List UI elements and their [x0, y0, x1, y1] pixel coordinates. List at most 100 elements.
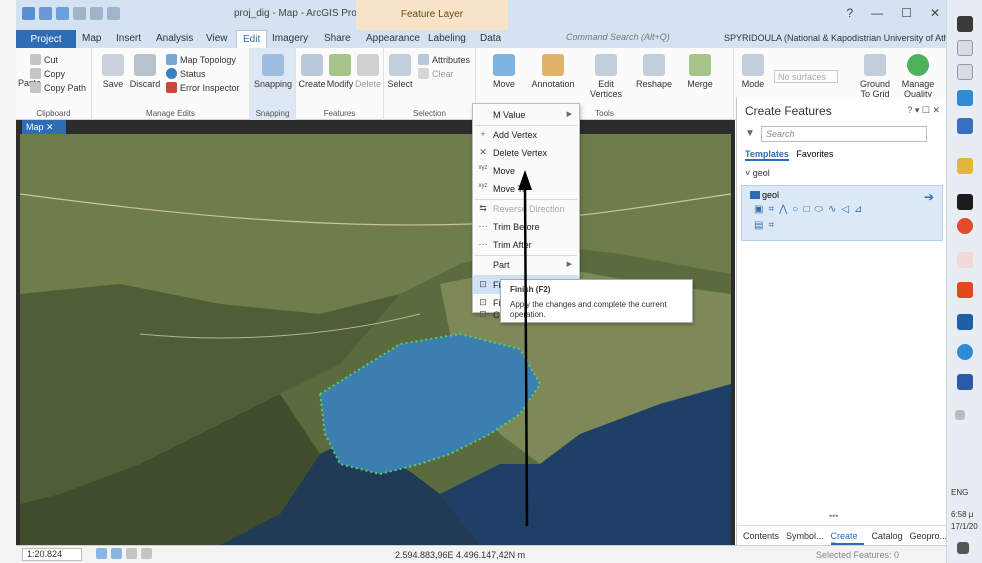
clear-selection-button[interactable]: Clear	[418, 68, 454, 79]
square-tool-icon[interactable]: □	[803, 204, 809, 215]
task-view-icon[interactable]	[957, 64, 973, 80]
search-icon[interactable]	[957, 40, 973, 56]
pane-controls[interactable]: ? ▾ ☐ ✕	[907, 105, 940, 116]
create-button[interactable]: Create	[298, 54, 326, 89]
open-project-icon[interactable]	[39, 7, 52, 20]
tab-labeling[interactable]: Labeling	[428, 33, 466, 44]
chrome-icon[interactable]	[957, 218, 973, 234]
tab-map[interactable]: Map	[82, 33, 101, 44]
menu-item-trim-after[interactable]: ⋯ Trim After	[473, 236, 579, 254]
freehand-tool-icon[interactable]: ∿	[828, 204, 836, 215]
crosshair-icon[interactable]	[141, 548, 152, 559]
select-button[interactable]: Select	[386, 54, 414, 89]
tab-favorites[interactable]: Favorites	[796, 149, 833, 159]
save-edits-button[interactable]: Save	[100, 54, 126, 89]
error-inspector-button[interactable]: Error Inspector	[166, 82, 240, 93]
menu-item-m-value[interactable]: M Value ▶	[473, 106, 579, 124]
signed-in-user[interactable]: SPYRIDOULA (National & Kapodistrian Univ…	[724, 33, 966, 43]
notifications-icon[interactable]	[957, 542, 969, 554]
move-tool-button[interactable]: Move	[484, 54, 524, 89]
tab-view[interactable]: View	[206, 33, 228, 44]
arrow-right-icon[interactable]: ➔	[924, 190, 934, 204]
copy-path-button[interactable]: Copy Path	[30, 82, 86, 93]
map-pane[interactable]: Map ✕	[16, 120, 735, 545]
command-search-input[interactable]: Command Search (Alt+Q)	[566, 32, 696, 46]
office-icon[interactable]	[957, 282, 973, 298]
redo-icon[interactable]	[90, 7, 103, 20]
new-project-icon[interactable]	[22, 7, 35, 20]
z-mode-button[interactable]: Mode	[738, 54, 768, 89]
split-tool-icon[interactable]: ⊿	[854, 204, 862, 215]
template-search-input[interactable]: Search	[761, 126, 927, 142]
tab-geoprocessing[interactable]: Geopro...	[909, 531, 947, 545]
discard-button[interactable]: Discard	[128, 54, 162, 89]
menu-item-move-to[interactable]: xyz Move To	[473, 180, 579, 198]
template-group-header[interactable]: ˅ geol	[745, 168, 770, 178]
ellipse-tool-icon[interactable]: ⬭	[814, 204, 823, 215]
tab-create-features[interactable]: Create F...	[830, 531, 865, 551]
edit-vertices-button[interactable]: Edit Vertices	[584, 54, 628, 99]
terminal-icon[interactable]	[957, 194, 973, 210]
menu-item-delete-vertex[interactable]: ✕ Delete Vertex	[473, 144, 579, 162]
more-options-icon[interactable]: •••	[829, 511, 838, 521]
menu-item-trim-before[interactable]: ⋯ Trim Before	[473, 218, 579, 236]
feature-template[interactable]: geol ➔ ▣ ⌗ ⋀ ○ □ ⬭ ∿ ◁ ⊿ ▤ ⌗	[741, 185, 943, 241]
annotation-tool-button[interactable]: Annotation	[528, 54, 578, 89]
snapping-button[interactable]: Snapping	[254, 54, 292, 89]
satellite-map[interactable]	[20, 134, 731, 545]
mail-icon[interactable]	[957, 118, 973, 134]
grid-toggle-icon[interactable]	[111, 548, 122, 559]
save-project-icon[interactable]	[56, 7, 69, 20]
circle-tool-icon[interactable]: ○	[792, 204, 798, 215]
trace-tool-icon[interactable]: ⋀	[779, 204, 787, 215]
clock-date[interactable]: 17/1/20	[951, 522, 978, 531]
menu-item-move[interactable]: xyz Move	[473, 162, 579, 180]
scale-input[interactable]: 1:20.824	[22, 548, 82, 561]
grid-tool-icon[interactable]: ⌗	[768, 220, 774, 231]
map-topology-dropdown[interactable]: Map Topology	[166, 54, 236, 65]
filter-icon[interactable]: ▼	[745, 128, 755, 139]
reshape-button[interactable]: Reshape	[634, 54, 674, 89]
merge-button[interactable]: Merge	[680, 54, 720, 89]
table-icon[interactable]	[126, 548, 137, 559]
help-button[interactable]: ?	[846, 6, 853, 20]
modify-button[interactable]: Modify	[326, 54, 354, 89]
menu-item-add-vertex[interactable]: + Add Vertex	[473, 126, 579, 144]
clock-time[interactable]: 6:58 μ	[951, 510, 973, 519]
start-icon[interactable]	[957, 16, 973, 32]
menu-item-part[interactable]: Part ▶	[473, 256, 579, 274]
file-explorer-icon[interactable]	[957, 158, 973, 174]
autocomplete-tool-icon[interactable]: ◁	[841, 204, 849, 215]
snapping-toggle-icon[interactable]	[96, 548, 107, 559]
browser-icon[interactable]	[957, 344, 973, 360]
cut-button[interactable]: Cut	[30, 54, 58, 65]
status-button[interactable]: Status	[166, 68, 206, 79]
ground-to-grid-button[interactable]: Ground To Grid	[856, 54, 894, 99]
arcgis-icon[interactable]	[957, 314, 973, 330]
refresh-icon[interactable]	[107, 7, 120, 20]
tab-imagery[interactable]: Imagery	[272, 33, 308, 44]
tab-contents[interactable]: Contents	[743, 531, 779, 545]
delete-button[interactable]: Delete	[354, 54, 382, 89]
tray-icon[interactable]	[955, 410, 965, 420]
edge-icon[interactable]	[957, 90, 973, 106]
tab-insert[interactable]: Insert	[116, 33, 141, 44]
rectangle-tool-icon[interactable]: ⌗	[768, 204, 774, 215]
surface-select[interactable]: No surfaces	[774, 70, 838, 83]
maximize-button[interactable]: ☐	[901, 6, 912, 20]
tab-share[interactable]: Share	[324, 33, 351, 44]
tab-analysis[interactable]: Analysis	[156, 33, 193, 44]
undo-icon[interactable]	[73, 7, 86, 20]
app-icon[interactable]	[957, 252, 973, 268]
close-button[interactable]: ✕	[930, 6, 940, 20]
polygon-tool-icon[interactable]: ▣	[754, 204, 763, 215]
language-indicator[interactable]: ENG	[951, 488, 968, 497]
tab-edit[interactable]: Edit	[236, 30, 268, 48]
map-view-tab[interactable]: Map ✕	[22, 120, 66, 134]
tab-appearance[interactable]: Appearance	[366, 33, 420, 44]
tab-symbology[interactable]: Symbol...	[786, 531, 824, 545]
attributes-button[interactable]: Attributes	[418, 54, 470, 65]
manage-quality-button[interactable]: Manage Quality	[898, 54, 938, 99]
tab-catalog[interactable]: Catalog	[871, 531, 902, 545]
tab-project[interactable]: Project	[16, 30, 76, 48]
